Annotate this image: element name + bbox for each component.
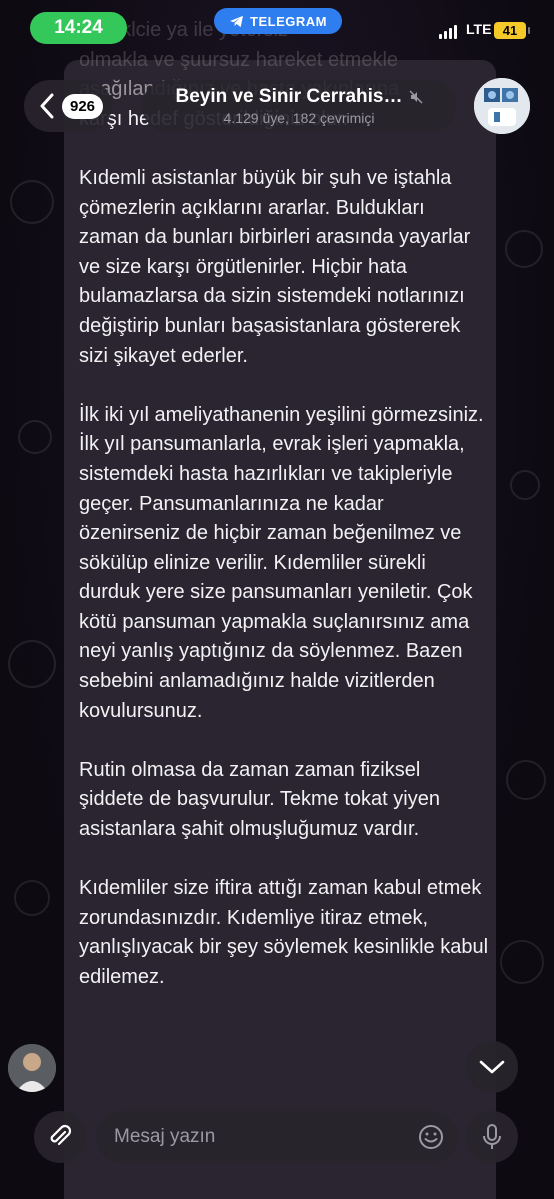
sender-avatar-image	[8, 1044, 56, 1092]
microphone-icon	[483, 1124, 501, 1149]
message-paragraph: Kıdemliler size iftira attığı zaman kabu…	[79, 877, 489, 988]
paperclip-icon	[50, 1124, 72, 1146]
unread-count-badge: 926	[62, 93, 104, 119]
message-input-bar: Mesaj yazın	[0, 1108, 554, 1199]
chat-header[interactable]: Beyin ve Sinir Cerrahis… 4.129 üye, 182 …	[142, 80, 456, 132]
telegram-pill-label: TELEGRAM	[250, 13, 327, 29]
attach-button[interactable]	[34, 1111, 86, 1163]
chat-subtitle: 4.129 üye, 182 çevrimiçi	[223, 110, 375, 126]
chevron-down-icon	[479, 1060, 505, 1074]
telegram-icon	[230, 15, 244, 27]
microphone-button[interactable]	[466, 1111, 518, 1163]
muted-speaker-icon	[408, 90, 423, 104]
message-text: mekiklcie ya ile yetersiz olmakla ve şuu…	[79, 0, 489, 1022]
channel-avatar[interactable]	[474, 78, 530, 134]
chevron-left-icon	[40, 93, 54, 119]
status-bar: 14:24 TELEGRAM LTE 41	[0, 0, 554, 56]
message-paragraph: İlk iki yıl ameliyathanenin yeşilini gör…	[79, 403, 484, 722]
status-time: 14:24	[30, 12, 127, 44]
scroll-down-button[interactable]	[466, 1041, 518, 1093]
message-paragraph: Kıdemli asistanlar büyük bir şuh ve işta…	[79, 166, 471, 367]
message-input[interactable]: Mesaj yazın	[96, 1111, 458, 1163]
smiley-icon[interactable]	[418, 1124, 444, 1150]
message-input-placeholder: Mesaj yazın	[114, 1126, 216, 1147]
cellular-signal-icon	[439, 25, 457, 39]
sender-avatar[interactable]	[8, 1044, 56, 1092]
message-paragraph: Rutin olmasa da zaman zaman fiziksel şid…	[79, 758, 440, 841]
back-button[interactable]: 926	[24, 80, 112, 132]
chat-title: Beyin ve Sinir Cerrahis…	[175, 86, 403, 107]
network-type: LTE	[466, 21, 492, 37]
battery-icon: 41	[494, 22, 530, 39]
telegram-pill[interactable]: TELEGRAM	[214, 8, 342, 34]
channel-avatar-image	[474, 78, 530, 134]
